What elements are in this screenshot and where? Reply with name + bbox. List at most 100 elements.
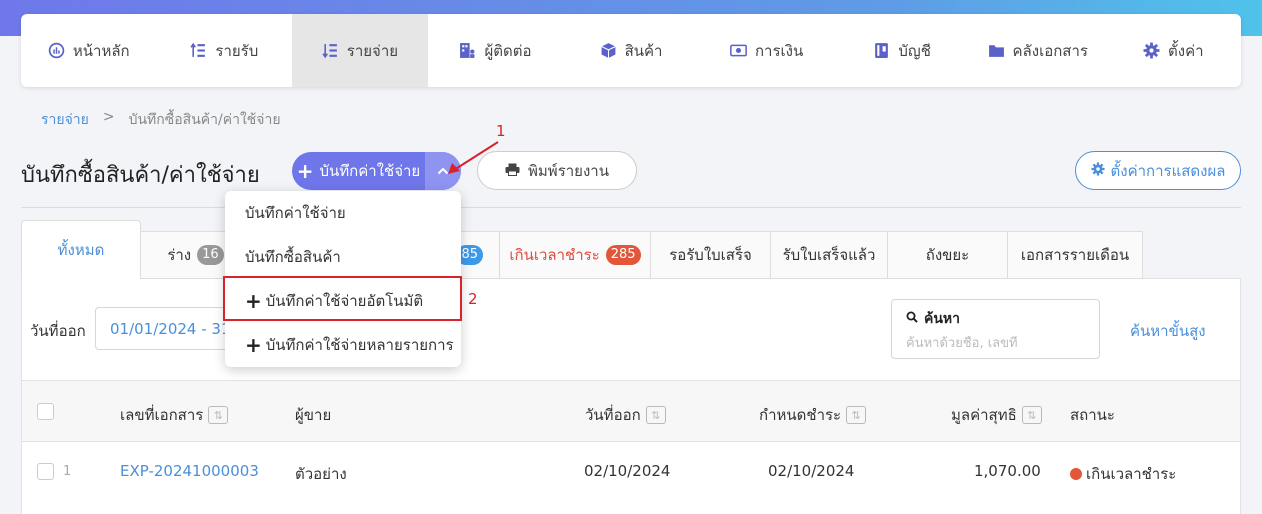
nav-item-accounting[interactable]: บัญชี	[834, 14, 970, 87]
tab-label: ทั้งหมด	[57, 240, 105, 259]
sort-icon[interactable]: ⇅	[1021, 406, 1042, 424]
doc-number-link[interactable]: EXP-20241000003	[120, 462, 259, 480]
date-filter-label: วันที่ออก	[30, 322, 86, 340]
tab-overdue[interactable]: เกินเวลาชำระ 285	[499, 231, 651, 279]
sort-icon[interactable]: ⇅	[208, 406, 229, 424]
tab-receipt-received[interactable]: รับใบเสร็จแล้ว	[770, 231, 888, 279]
breadcrumb-root-link[interactable]: รายจ่าย	[41, 109, 89, 131]
annotation-arrow-icon	[448, 141, 499, 174]
menu-item-label: บันทึกซื้อสินค้า	[245, 248, 341, 266]
select-all-checkbox[interactable]	[37, 403, 54, 420]
row-checkbox[interactable]	[37, 463, 54, 480]
contacts-icon	[459, 42, 476, 59]
menu-item-record-expense[interactable]: บันทึกค่าใช้จ่าย	[225, 191, 461, 235]
breadcrumb-separator: >	[102, 109, 115, 125]
column-header-doc-number[interactable]: เลขที่เอกสาร ⇅	[120, 403, 229, 427]
add-expense-label: บันทึกค่าใช้จ่าย	[319, 162, 421, 180]
add-expense-split-button: + บันทึกค่าใช้จ่าย	[292, 152, 461, 190]
row-number: 1	[63, 464, 72, 479]
count-badge: 285	[605, 245, 641, 265]
nav-label: คลังเอกสาร	[1012, 41, 1088, 60]
column-header-net-value[interactable]: มูลค่าสุทธิ ⇅	[951, 403, 1042, 427]
expense-icon	[322, 42, 339, 59]
book-icon	[873, 42, 890, 59]
column-header-label: กำหนดชำระ	[759, 406, 842, 424]
plus-icon: +	[245, 333, 262, 357]
tab-label: ถังขยะ	[925, 246, 970, 264]
net-value-cell: 1,070.00	[974, 462, 1041, 480]
folder-icon	[988, 42, 1005, 59]
nav-item-documents[interactable]: คลังเอกสาร	[970, 14, 1106, 87]
search-title: ค้นหา	[906, 308, 1085, 330]
column-header-due-date[interactable]: กำหนดชำระ ⇅	[759, 403, 867, 427]
vendor-cell: ตัวอย่าง	[295, 465, 347, 483]
add-expense-button[interactable]: + บันทึกค่าใช้จ่าย	[292, 152, 425, 190]
column-header-status: สถานะ	[1070, 403, 1115, 427]
sort-icon[interactable]: ⇅	[645, 406, 666, 424]
box-icon	[600, 42, 617, 59]
nav-item-income[interactable]: รายรับ	[157, 14, 293, 87]
tab-label: รอรับใบเสร็จ	[669, 246, 752, 264]
nav-label: สินค้า	[624, 41, 663, 60]
column-header-label: ผู้ขาย	[295, 406, 332, 424]
count-badge: 16	[197, 245, 224, 265]
due-date-cell: 02/10/2024	[768, 462, 855, 480]
annotation-step-2: 2	[468, 290, 478, 308]
column-header-label: มูลค่าสุทธิ	[951, 406, 1017, 424]
display-settings-label: ตั้งค่าการแสดงผล	[1110, 161, 1226, 180]
search-icon	[906, 311, 918, 327]
tab-awaiting-receipt[interactable]: รอรับใบเสร็จ	[650, 231, 771, 279]
sort-icon[interactable]: ⇅	[846, 406, 867, 424]
print-report-label: พิมพ์รายงาน	[528, 161, 609, 180]
column-header-vendor: ผู้ขาย	[295, 403, 331, 427]
annotation-highlight-box	[223, 276, 462, 321]
advanced-search-link[interactable]: ค้นหาขั้นสูง	[1130, 319, 1206, 343]
breadcrumb: รายจ่าย > บันทึกซื้อสินค้า/ค่าใช้จ่าย	[41, 109, 281, 131]
status-dot	[1070, 468, 1082, 480]
income-icon	[190, 42, 207, 59]
nav-label: การเงิน	[754, 41, 804, 60]
dashboard-icon	[48, 42, 65, 59]
nav-label: รายจ่าย	[346, 41, 399, 60]
menu-item-label: บันทึกค่าใช้จ่ายหลายรายการ	[265, 336, 454, 354]
table-row[interactable]: 1 EXP-20241000003 ตัวอย่าง 02/10/2024 02…	[22, 442, 1240, 502]
column-header-issue-date[interactable]: วันที่ออก ⇅	[585, 403, 666, 427]
nav-item-expense[interactable]: รายจ่าย	[292, 14, 428, 87]
tab-label: เอกสารรายเดือน	[1020, 246, 1130, 264]
main-nav: หน้าหลัก รายรับ รายจ่าย ผู้ติดต่อ สินค้า…	[21, 14, 1241, 87]
nav-item-settings[interactable]: ตั้งค่า	[1106, 14, 1242, 87]
breadcrumb-current: บันทึกซื้อสินค้า/ค่าใช้จ่าย	[128, 112, 281, 128]
status-cell: เกินเวลาชำระ	[1070, 462, 1176, 486]
nav-item-contacts[interactable]: ผู้ติดต่อ	[428, 14, 564, 87]
tab-label: เกินเวลาชำระ	[509, 246, 600, 264]
menu-item-record-purchase[interactable]: บันทึกซื้อสินค้า	[225, 235, 461, 279]
column-header-label: สถานะ	[1070, 406, 1115, 424]
status-label: เกินเวลาชำระ	[1086, 465, 1177, 483]
nav-label: ตั้งค่า	[1168, 41, 1204, 60]
page-title: บันทึกซื้อสินค้า/ค่าใช้จ่าย	[21, 163, 260, 188]
tab-all[interactable]: ทั้งหมด	[21, 220, 141, 279]
search-input[interactable]	[906, 336, 1085, 351]
nav-label: บัญชี	[898, 41, 931, 60]
header-divider	[21, 207, 1241, 208]
gear-icon	[1090, 161, 1105, 180]
nav-item-finance[interactable]: การเงิน	[699, 14, 835, 87]
column-header-label: วันที่ออก	[585, 406, 641, 424]
issue-date-cell: 02/10/2024	[584, 462, 671, 480]
nav-item-home[interactable]: หน้าหลัก	[21, 14, 157, 87]
display-settings-button[interactable]: ตั้งค่าการแสดงผล	[1075, 151, 1241, 190]
nav-label: รายรับ	[215, 41, 259, 60]
table-header: เลขที่เอกสาร ⇅ ผู้ขาย วันที่ออก ⇅ กำหนดช…	[22, 380, 1240, 442]
menu-item-multi-expense[interactable]: + บันทึกค่าใช้จ่ายหลายรายการ	[225, 323, 461, 367]
money-icon	[730, 42, 747, 59]
tab-label: รับใบเสร็จแล้ว	[782, 246, 876, 264]
tab-monthly-documents[interactable]: เอกสารรายเดือน	[1007, 231, 1143, 279]
tab-label: ร่าง	[167, 246, 192, 264]
search-title-label: ค้นหา	[924, 311, 961, 327]
column-header-label: เลขที่เอกสาร	[120, 406, 204, 424]
search-box: ค้นหา	[891, 299, 1100, 359]
annotation-step-1: 1	[496, 122, 506, 140]
menu-item-label: บันทึกค่าใช้จ่าย	[245, 204, 346, 222]
tab-trash[interactable]: ถังขยะ	[887, 231, 1008, 279]
nav-item-products[interactable]: สินค้า	[563, 14, 699, 87]
